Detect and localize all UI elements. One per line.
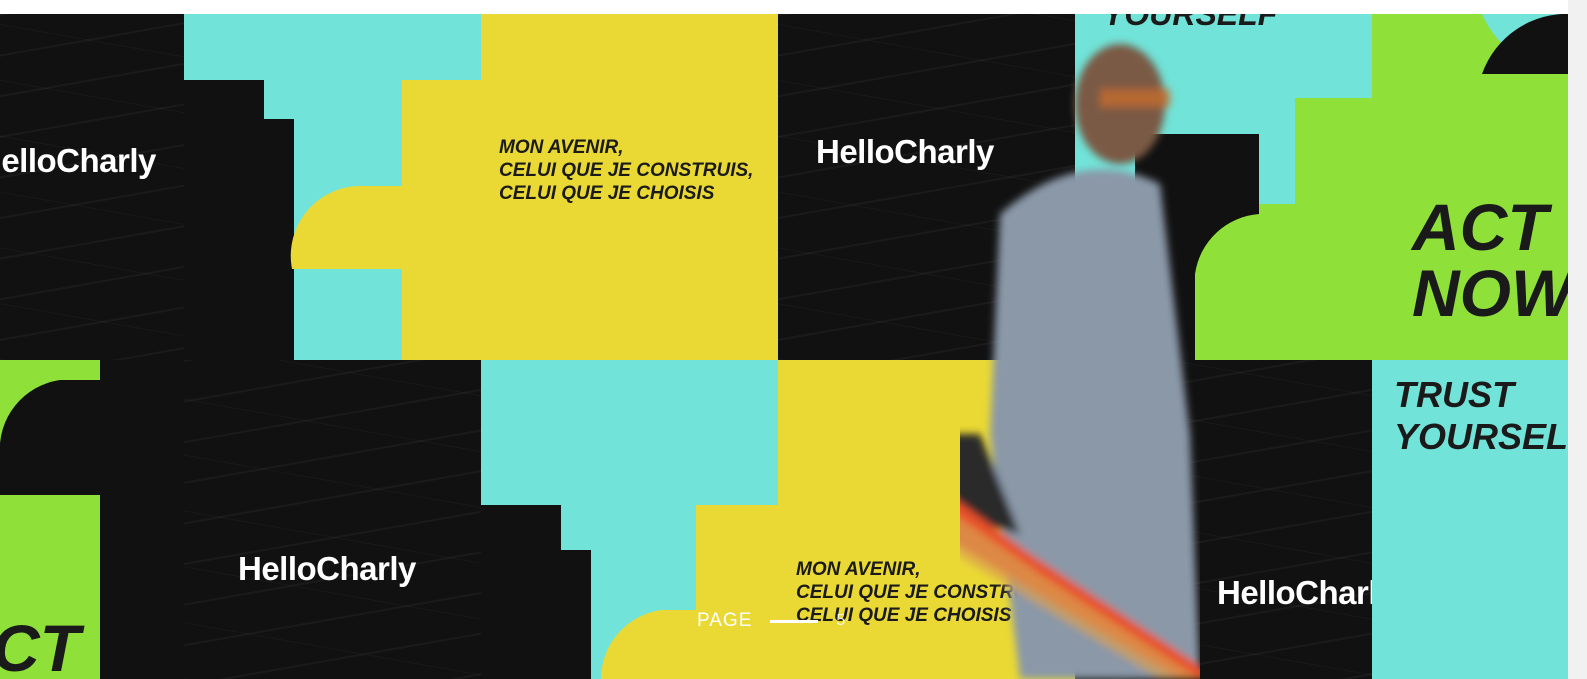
poster-cyan-shape <box>184 14 481 360</box>
poster-cyan-trust: TRUST YOURSELF <box>1372 360 1568 679</box>
page-scrollbar[interactable] <box>1568 0 1587 679</box>
page-number: 5 <box>836 612 846 629</box>
hellocharly-logo: HelloCharly <box>0 142 156 179</box>
poster-black-logo-3: HelloCharly <box>184 360 481 679</box>
poster-yellow-slogan: MON AVENIR, CELUI QUE JE CONSTRUIS, CELU… <box>481 14 778 360</box>
poster-black-logo: HelloCharly <box>0 14 184 360</box>
poster-green-act-now: ACT NOW <box>1372 14 1568 360</box>
hellocharly-logo: HelloCharly <box>238 550 416 587</box>
act-now-text: ACT NOW <box>1412 190 1568 330</box>
slogan-text: MON AVENIR, CELUI QUE JE CONSTRUIS, CELU… <box>499 137 754 204</box>
page-label: PAGE <box>697 610 753 631</box>
poster-shape-graphic <box>184 80 481 360</box>
poster-green-act: CT <box>0 360 184 679</box>
page-indicator[interactable]: PAGE 5 <box>697 610 845 632</box>
trust-yourself-text: TRUST YOURSELF <box>1394 374 1568 457</box>
page-progress-line <box>770 619 819 623</box>
person-with-skateboard-image <box>960 44 1200 679</box>
hellocharly-logo: HelloCharly <box>1217 574 1372 611</box>
act-text: CT <box>0 611 80 679</box>
hero-banner: HelloCharly MON AVENIR, CELUI QUE JE CON… <box>0 14 1568 679</box>
poster-row-top: HelloCharly MON AVENIR, CELUI QUE JE CON… <box>0 14 1568 360</box>
